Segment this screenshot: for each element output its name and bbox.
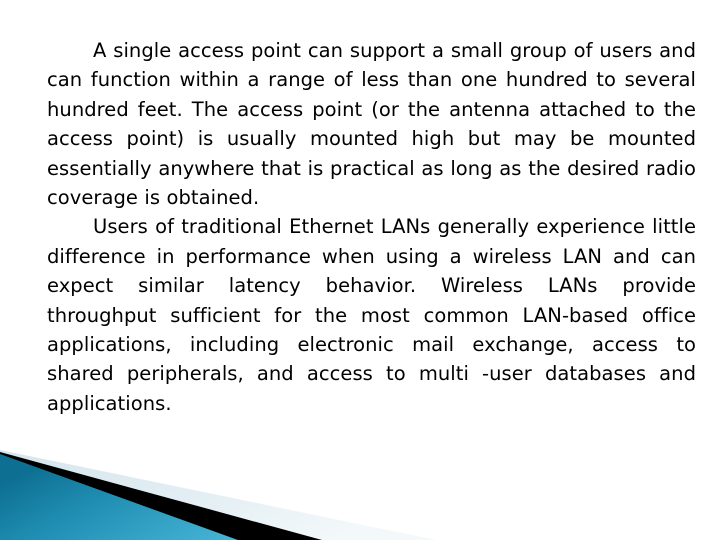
body-paragraph-1: A single access point can support a smal… [47,39,696,210]
content-placeholder[interactable]: A single access point can support a smal… [47,36,696,418]
band-pale-blue [0,450,436,540]
diagonal-corner-bands-decoration [0,440,470,540]
body-paragraph-2: Users of traditional Ethernet LANs gener… [47,215,696,415]
band-black [0,452,322,540]
diagonal-bands-svg [0,450,436,540]
band-blue-gradient [0,454,238,540]
slide-canvas: A single access point can support a smal… [0,0,720,540]
